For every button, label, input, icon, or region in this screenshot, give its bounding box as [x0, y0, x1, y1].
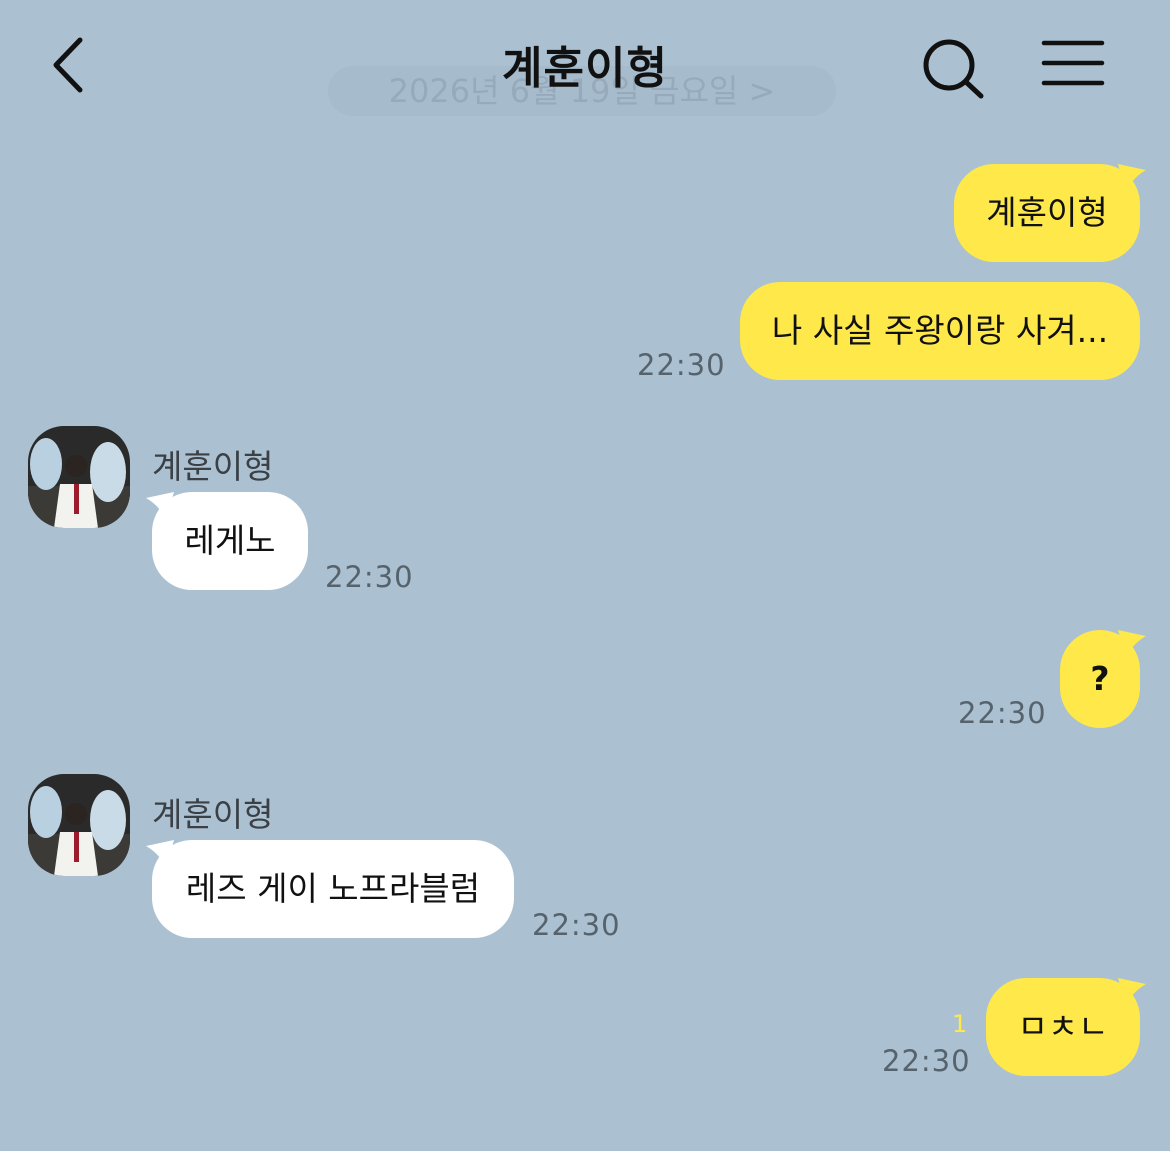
avatar[interactable] [28, 774, 130, 876]
message-bubble[interactable]: 계훈이형 [954, 164, 1140, 262]
chat-header: 2026년 6월 19일 금요일 > 계훈이형 [0, 0, 1170, 130]
message-text: 계훈이형 [986, 193, 1108, 232]
bubble-tail [1118, 630, 1146, 658]
message-text: ㅁㅊㄴ [1017, 1007, 1109, 1046]
bubble-tail [1118, 164, 1146, 192]
message-bubble[interactable]: ㅁㅊㄴ [986, 978, 1140, 1076]
chat-title: 계훈이형 [502, 43, 668, 94]
message-text: 레즈 게이 노프라블럼 [185, 869, 481, 908]
message-text: 나 사실 주왕이랑 사겨... [771, 311, 1109, 350]
message-text: ? [1090, 659, 1110, 698]
message-time: 22:30 [637, 348, 726, 382]
menu-button[interactable] [1040, 38, 1106, 88]
bubble-tail [1118, 978, 1146, 1006]
message-time: 22:30 [958, 696, 1047, 730]
search-button[interactable] [918, 36, 988, 102]
message-time: 22:30 [532, 908, 621, 942]
hamburger-menu-icon [1041, 40, 1105, 86]
back-button[interactable] [40, 30, 100, 100]
profile-photo [28, 426, 130, 528]
sender-name: 계훈이형 [152, 795, 274, 834]
avatar[interactable] [28, 426, 130, 528]
search-icon [923, 39, 984, 99]
message-time: 22:30 [882, 1044, 971, 1078]
chevron-left-icon [53, 37, 83, 93]
message-bubble[interactable]: 레즈 게이 노프라블럼 [152, 840, 514, 938]
unread-count: 1 [952, 1010, 968, 1038]
message-text: 레게노 [184, 521, 276, 560]
message-bubble[interactable]: 나 사실 주왕이랑 사겨... [740, 282, 1140, 380]
profile-photo [28, 774, 130, 876]
message-time: 22:30 [325, 560, 414, 594]
sender-name: 계훈이형 [152, 447, 274, 486]
message-bubble[interactable]: 레게노 [152, 492, 308, 590]
